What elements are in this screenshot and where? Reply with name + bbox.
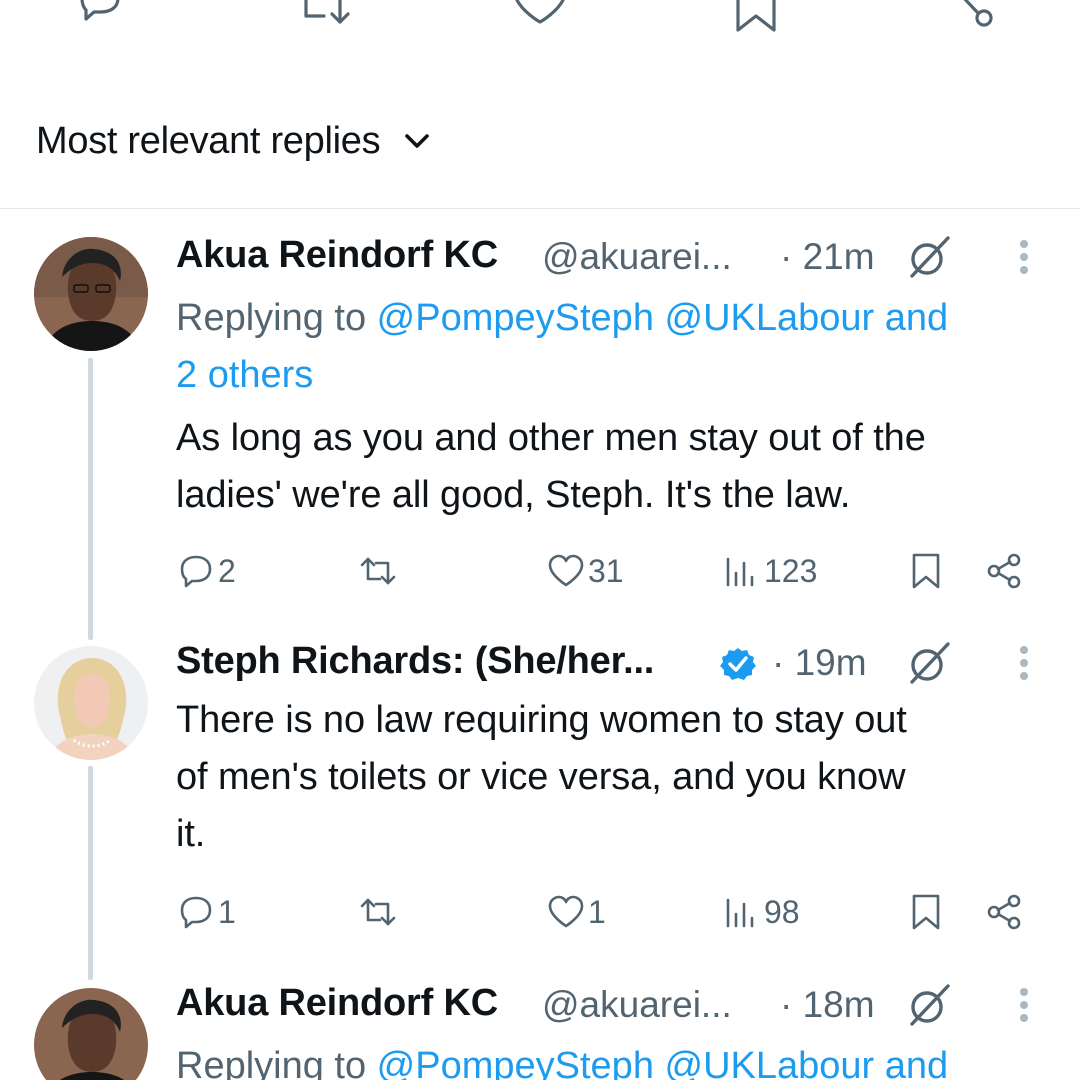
author-name[interactable]: Akua Reindorf KC <box>176 234 498 277</box>
like-count: 1 <box>588 893 606 930</box>
share-button[interactable] <box>984 887 1024 937</box>
share-button[interactable] <box>984 546 1024 596</box>
tweet-actions: 2 31 123 <box>176 546 1056 596</box>
tweet-header: Akua Reindorf KC @akuarei... · 18m <box>176 982 1056 1032</box>
reply-count: 1 <box>218 893 236 930</box>
reply-button[interactable]: 2 <box>176 546 236 596</box>
author-name[interactable]: Steph Richards: (She/her... <box>176 640 654 683</box>
like-count: 31 <box>588 552 624 589</box>
chevron-down-icon <box>402 126 432 156</box>
mention-links[interactable]: @PompeySteph @UKLabour and <box>377 297 948 339</box>
like-icon[interactable] <box>512 0 568 34</box>
like-button[interactable]: 1 <box>546 887 606 937</box>
section-divider <box>0 208 1080 209</box>
reply-icon[interactable] <box>72 0 128 34</box>
retweet-button[interactable] <box>358 546 398 596</box>
author-name[interactable]: Akua Reindorf KC <box>176 982 498 1025</box>
retweet-button[interactable] <box>358 887 398 937</box>
timestamp[interactable]: · 19m <box>772 642 867 684</box>
grok-icon[interactable] <box>904 980 954 1030</box>
share-icon[interactable] <box>944 0 1000 34</box>
tweet-text: There is no law requiring women to stay … <box>176 699 907 855</box>
more-options-icon[interactable] <box>1016 984 1032 1030</box>
avatar[interactable] <box>34 988 148 1080</box>
verified-badge-icon <box>720 646 756 682</box>
reply-button[interactable]: 1 <box>176 887 236 937</box>
bookmark-button[interactable] <box>906 887 946 937</box>
mention-links[interactable]: @PompeySteph @UKLabour and <box>377 1045 948 1080</box>
thread-connector <box>88 358 93 640</box>
tweet-actions: 1 1 98 <box>176 887 1056 937</box>
reply-tweet[interactable]: Akua Reindorf KC @akuarei... · 21m Reply… <box>176 234 1056 596</box>
views-button[interactable]: 123 <box>722 546 817 596</box>
avatar[interactable] <box>34 237 148 351</box>
bookmark-icon[interactable] <box>730 0 786 34</box>
bookmark-button[interactable] <box>906 546 946 596</box>
views-button[interactable]: 98 <box>722 887 800 937</box>
reply-tweet[interactable]: Akua Reindorf KC @akuarei... · 18m Reply… <box>176 982 1056 1080</box>
replying-to: Replying to @PompeySteph @UKLabour and <box>176 1038 1056 1080</box>
reply-tweet[interactable]: Steph Richards: (She/her... · 19m There … <box>176 640 1056 937</box>
timestamp[interactable]: · 21m <box>780 236 875 278</box>
view-count: 98 <box>764 893 800 930</box>
thread-connector <box>88 766 93 980</box>
view-count: 123 <box>764 552 818 589</box>
more-options-icon[interactable] <box>1016 236 1032 282</box>
reply-count: 2 <box>218 552 236 589</box>
tweet-header: Steph Richards: (She/her... · 19m <box>176 640 1056 690</box>
retweet-icon[interactable] <box>300 0 356 34</box>
more-options-icon[interactable] <box>1016 642 1032 688</box>
tweet-text: As long as you and other men stay out of… <box>176 417 926 516</box>
tweet-header: Akua Reindorf KC @akuarei... · 21m <box>176 234 1056 284</box>
replies-sort-selector[interactable]: Most relevant replies <box>36 116 432 166</box>
others-link[interactable]: 2 others <box>176 354 313 396</box>
timestamp[interactable]: · 18m <box>780 984 875 1026</box>
avatar[interactable] <box>34 646 148 760</box>
author-handle[interactable]: @akuarei... <box>542 984 732 1026</box>
grok-icon[interactable] <box>904 638 954 688</box>
like-button[interactable]: 31 <box>546 546 624 596</box>
author-handle[interactable]: @akuarei... <box>542 236 732 278</box>
grok-icon[interactable] <box>904 232 954 282</box>
sort-label: Most relevant replies <box>36 119 381 162</box>
tweet-action-bar <box>0 0 1080 40</box>
replying-to: Replying to @PompeySteph @UKLabour and 2… <box>176 297 949 396</box>
